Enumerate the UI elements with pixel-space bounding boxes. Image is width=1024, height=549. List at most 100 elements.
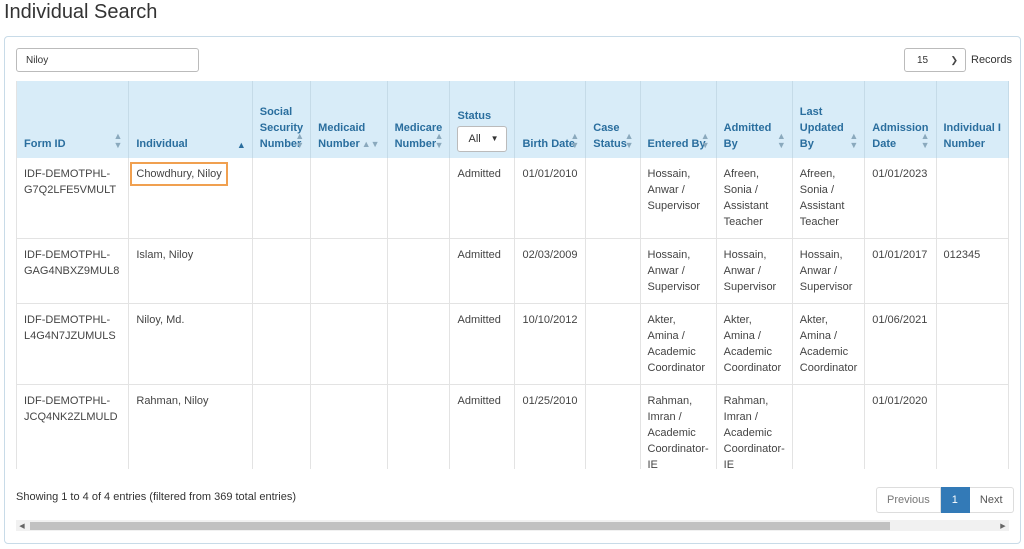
cell-form-id: IDF-DEMOTPHL- JCQ4NK2ZLMULD xyxy=(16,384,130,469)
horizontal-scrollbar[interactable]: ◀ ▶ xyxy=(16,520,1009,531)
cell-line: Amina / xyxy=(647,330,685,342)
cell-line: Academic xyxy=(723,346,772,358)
cell-form-id: IDF-DEMOTPHL- L4G4N7JZUMULS xyxy=(16,303,130,385)
cell-admission-date: 01/01/2023 xyxy=(864,158,937,239)
col-header-medicaid[interactable]: Medicaid Number ▲▼ xyxy=(310,81,388,158)
cell-individual-number xyxy=(936,303,1009,385)
individual-name-link[interactable]: Chowdhury, Niloy xyxy=(130,162,228,186)
cell-individual[interactable]: Niloy, Md. xyxy=(128,303,253,385)
col-header-label: Individual I xyxy=(943,122,1001,134)
cell-form-id: IDF-DEMOTPHL- GAG4NBXZ9MUL8 xyxy=(16,238,130,304)
cell-line: Imran / xyxy=(647,411,682,423)
table-row[interactable]: IDF-DEMOTPHL- JCQ4NK2ZLMULD Rahman, Nilo… xyxy=(16,384,1009,469)
individual-name-link[interactable]: Islam, Niloy xyxy=(136,249,193,261)
cell-medicaid xyxy=(310,238,388,304)
scroll-left-icon[interactable]: ◀ xyxy=(16,522,28,530)
col-header-label: Form ID xyxy=(24,138,66,150)
cell-line: Imran / xyxy=(723,411,758,423)
col-header-admission-date[interactable]: Admission Date ▲ ▼ xyxy=(864,81,937,158)
cell-admitted-by: Afreen, Sonia / Assistant Teacher xyxy=(716,158,793,239)
sort-icon: ▲▼ xyxy=(361,139,380,149)
scroll-right-icon[interactable]: ▶ xyxy=(997,522,1009,530)
cell-line: Amina / xyxy=(723,330,761,342)
cell-admitted-by: Hossain, Anwar / Supervisor xyxy=(716,238,793,304)
col-header-admitted-by[interactable]: Admitted By ▲ ▼ xyxy=(716,81,793,158)
col-header-label: Admitted xyxy=(723,122,772,134)
sort-icon: ▲▼ xyxy=(570,131,580,150)
cell-case-status xyxy=(585,158,641,239)
caret-down-icon: ▼ xyxy=(490,134,499,143)
scrollbar-thumb[interactable] xyxy=(30,521,890,530)
pagination-previous[interactable]: Previous xyxy=(876,487,941,513)
table-row[interactable]: IDF-DEMOTPHL- GAG4NBXZ9MUL8 Islam, Niloy… xyxy=(16,238,1009,304)
col-header-label: Status xyxy=(457,110,492,122)
table-row[interactable]: IDF-DEMOTPHL- L4G4N7JZUMULS Niloy, Md. A… xyxy=(16,303,1009,385)
cell-line: Coordinator xyxy=(647,362,705,374)
col-header-birth-date[interactable]: Birth Date ▲ ▼ xyxy=(514,81,587,158)
col-header-label: Medicaid xyxy=(318,122,366,134)
cell-birth-date: 01/01/2010 xyxy=(514,158,587,239)
cell-ssn xyxy=(252,384,312,469)
col-header-individual-number[interactable]: Individual I Number xyxy=(936,81,1009,158)
cell-line: Anwar / xyxy=(647,184,685,196)
cell-form-id: IDF-DEMOTPHL- G7Q2LFE5VMULT xyxy=(16,158,130,239)
cell-line: Teacher xyxy=(799,216,839,228)
cell-line: JCQ4NK2ZLMULD xyxy=(24,411,118,423)
cell-medicare xyxy=(387,238,451,304)
cell-line: Coordinator xyxy=(723,362,782,374)
cell-line: IE xyxy=(647,459,658,469)
cell-line: Akter, xyxy=(799,314,828,326)
pagination-next[interactable]: Next xyxy=(969,487,1014,513)
results-table-viewport[interactable]: Form ID ▲ ▼ Individual ▲ Social Security … xyxy=(16,81,1009,469)
sort-icon: ▲▼ xyxy=(700,131,710,150)
col-header-ssn[interactable]: Social Security Number ▲ ▼ xyxy=(252,81,312,158)
records-select[interactable]: 15 ❯ xyxy=(904,48,966,72)
cell-line: IDF-DEMOTPHL- xyxy=(24,249,111,261)
individual-name-link[interactable]: Niloy, Md. xyxy=(136,314,184,326)
cell-birth-date: 02/03/2009 xyxy=(514,238,587,304)
cell-status: Admitted xyxy=(449,158,516,239)
cell-line: Anwar / xyxy=(799,265,838,277)
cell-entered-by: Hossain, Anwar / Supervisor xyxy=(640,158,717,239)
cell-status: Admitted xyxy=(449,238,516,304)
search-input[interactable] xyxy=(16,48,199,72)
col-header-entered-by[interactable]: Entered By ▲ ▼ xyxy=(640,81,717,158)
page-title: Individual Search xyxy=(4,1,158,23)
pagination-page-1[interactable]: 1 xyxy=(940,487,970,513)
col-header-individual[interactable]: Individual ▲ xyxy=(128,81,253,158)
cell-admitted-by: Akter, Amina / Academic Coordinator xyxy=(716,303,793,385)
status-filter-select[interactable]: All ▼ xyxy=(457,126,508,152)
cell-individual[interactable]: Chowdhury, Niloy xyxy=(128,158,253,239)
cell-line: Academic xyxy=(723,427,772,439)
sort-icon: ▲▼ xyxy=(849,131,859,150)
cell-individual[interactable]: Rahman, Niloy xyxy=(128,384,253,469)
cell-line: Academic xyxy=(647,427,696,439)
cell-last-updated-by: Akter, Amina / Academic Coordinator xyxy=(792,303,866,385)
cell-status: Admitted xyxy=(449,384,516,469)
table-row[interactable]: IDF-DEMOTPHL- G7Q2LFE5VMULT Chowdhury, N… xyxy=(16,158,1009,239)
cell-line: Hossain, xyxy=(799,249,843,261)
cell-line: Sonia / xyxy=(799,184,835,196)
cell-case-status xyxy=(585,238,641,304)
cell-line: Assistant xyxy=(723,200,769,212)
cell-line: Hossain, xyxy=(723,249,767,261)
cell-line: Coordinator xyxy=(799,362,858,374)
records-per-page: 15 ❯ Records xyxy=(904,48,1012,72)
col-header-last-updated-by[interactable]: Last Updated By ▲ ▼ xyxy=(792,81,866,158)
cell-line: Supervisor xyxy=(723,281,777,293)
cell-medicaid xyxy=(310,158,388,239)
cell-individual[interactable]: Islam, Niloy xyxy=(128,238,253,304)
cell-last-updated-by: Hossain, Anwar / Supervisor xyxy=(792,238,866,304)
cell-line: Afreen, xyxy=(723,168,760,180)
cell-line: IE xyxy=(723,459,735,469)
cell-line: Assistant xyxy=(799,200,845,212)
cell-line: IDF-DEMOTPHL- xyxy=(24,395,111,407)
sort-icon: ▲▼ xyxy=(624,131,634,150)
col-header-case-status[interactable]: Case Status ▲ ▼ xyxy=(585,81,641,158)
cell-medicare xyxy=(387,384,451,469)
search-panel: 15 ❯ Records xyxy=(4,36,1021,544)
col-header-medicare[interactable]: Medicare Number ▲ ▼ xyxy=(387,81,451,158)
individual-name-link[interactable]: Rahman, Niloy xyxy=(136,395,208,407)
cell-entered-by: Hossain, Anwar / Supervisor xyxy=(640,238,717,304)
col-header-form-id[interactable]: Form ID ▲ ▼ xyxy=(16,81,130,158)
